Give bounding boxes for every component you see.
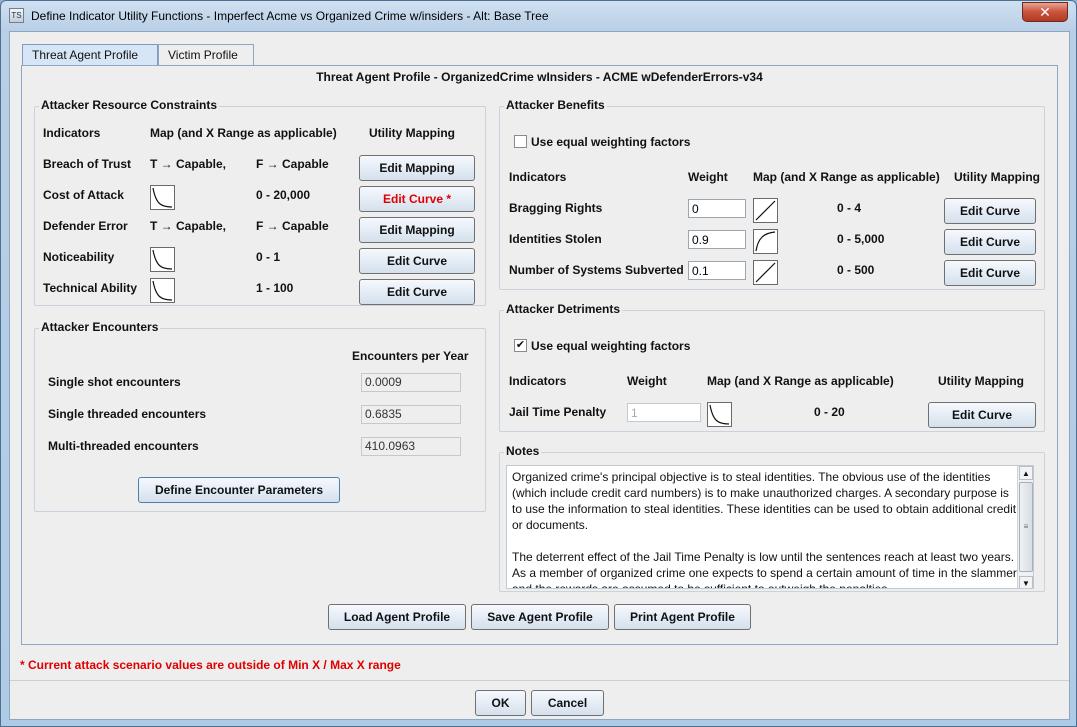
benefits-header-map: Map (and X Range as applicable) — [753, 170, 940, 184]
tab-victim-profile[interactable]: Victim Profile — [158, 44, 254, 65]
scroll-thumb[interactable]: ≡ — [1019, 482, 1033, 572]
detriment-weight-input — [627, 403, 701, 422]
rc-header-indicators: Indicators — [43, 126, 101, 140]
decay-curve-icon — [150, 278, 175, 303]
equal-weighting-label: Use equal weighting factors — [531, 339, 691, 353]
edit-curve-button[interactable]: Edit Curve * — [359, 186, 475, 212]
edit-curve-button[interactable]: Edit Curve — [944, 260, 1036, 286]
detriments-group: Attacker Detriments ✔ Use equal weightin… — [499, 302, 1045, 432]
scroll-down-icon[interactable]: ▼ — [1019, 576, 1033, 588]
benefit-range: 0 - 4 — [837, 201, 862, 215]
benefits-header-weight: Weight — [688, 170, 728, 184]
ok-button[interactable]: OK — [475, 690, 526, 716]
linear-curve-icon — [753, 260, 778, 285]
encounter-value-field: 410.0963 — [361, 437, 461, 456]
save-agent-profile-button[interactable]: Save Agent Profile — [471, 604, 609, 630]
detriment-indicator-label: Jail Time Penalty — [509, 405, 607, 419]
rc-range: 1 - 100 — [256, 281, 294, 295]
rc-map-false: F → Capable — [256, 157, 329, 171]
edit-curve-button[interactable]: Edit Curve — [359, 279, 475, 305]
encounter-label: Single shot encounters — [48, 375, 181, 389]
notes-paragraph: Organized crime's principal objective is… — [512, 470, 1017, 532]
rc-indicator-label: Noticeability — [43, 250, 115, 264]
edit-curve-button[interactable]: Edit Curve — [359, 248, 475, 274]
equal-weighting-checkbox[interactable]: ✔ — [514, 339, 527, 352]
edit-curve-button[interactable]: Edit Curve — [944, 198, 1036, 224]
rc-map-true: T → Capable, — [150, 157, 227, 171]
benefit-indicator-label: Number of Systems Subverted — [509, 263, 684, 277]
notes-group: Notes Organized crime's principal object… — [499, 444, 1045, 592]
encounter-label: Multi-threaded encounters — [48, 439, 199, 453]
encounters-legend: Attacker Encounters — [39, 320, 161, 334]
rc-map-false: F → Capable — [256, 219, 329, 233]
detriments-header-indicators: Indicators — [509, 374, 567, 388]
benefit-weight-input[interactable] — [688, 230, 746, 249]
benefits-header-utility: Utility Mapping — [954, 170, 1040, 184]
benefit-indicator-label: Bragging Rights — [509, 201, 603, 215]
encounter-value-field: 0.0009 — [361, 373, 461, 392]
define-encounter-parameters-button[interactable]: Define Encounter Parameters — [138, 477, 340, 503]
equal-weighting-checkbox[interactable] — [514, 135, 527, 148]
divider — [10, 680, 1069, 681]
app-icon: TS — [9, 8, 24, 23]
resource-constraints-group: Attacker Resource Constraints Indicators… — [34, 98, 486, 306]
concave-curve-icon — [753, 229, 778, 254]
decay-curve-icon — [707, 402, 732, 427]
detriments-header-weight: Weight — [627, 374, 667, 388]
edit-mapping-button[interactable]: Edit Mapping — [359, 155, 475, 181]
notes-legend: Notes — [504, 444, 542, 458]
rc-indicator-label: Cost of Attack — [43, 188, 124, 202]
detriments-header-utility: Utility Mapping — [938, 374, 1024, 388]
edit-mapping-button[interactable]: Edit Mapping — [359, 217, 475, 243]
encounter-value-field: 0.6835 — [361, 405, 461, 424]
print-agent-profile-button[interactable]: Print Agent Profile — [614, 604, 751, 630]
equal-weighting-label: Use equal weighting factors — [531, 135, 691, 149]
load-agent-profile-button[interactable]: Load Agent Profile — [328, 604, 466, 630]
decay-curve-icon — [150, 247, 175, 272]
scroll-up-icon[interactable]: ▲ — [1019, 466, 1033, 480]
title-bar[interactable]: TS Define Indicator Utility Functions - … — [1, 1, 1076, 31]
rc-header-utility: Utility Mapping — [369, 126, 455, 140]
benefits-header-indicators: Indicators — [509, 170, 567, 184]
rc-range: 0 - 20,000 — [256, 188, 311, 202]
notes-content: Organized crime's principal objective is… — [507, 466, 1023, 589]
benefit-range: 0 - 500 — [837, 263, 875, 277]
benefit-weight-input[interactable] — [688, 261, 746, 280]
notes-scrollbar[interactable]: ▲ ≡ ▼ — [1017, 466, 1033, 588]
cancel-button[interactable]: Cancel — [531, 690, 604, 716]
rc-indicator-label: Defender Error — [43, 219, 128, 233]
notes-textarea[interactable]: Organized crime's principal objective is… — [506, 465, 1034, 589]
linear-curve-icon — [753, 198, 778, 223]
encounters-group: Attacker Encounters Encounters per Year … — [34, 320, 486, 512]
rc-header-map: Map (and X Range as applicable) — [150, 126, 337, 140]
range-warning-footnote: * Current attack scenario values are out… — [20, 658, 401, 672]
decay-curve-icon — [150, 185, 175, 210]
edit-curve-button[interactable]: Edit Curve — [928, 402, 1036, 428]
detriments-header-map: Map (and X Range as applicable) — [707, 374, 894, 388]
detriments-legend: Attacker Detriments — [504, 302, 623, 316]
edit-curve-button[interactable]: Edit Curve — [944, 229, 1036, 255]
benefits-group: Attacker Benefits Use equal weighting fa… — [499, 98, 1045, 290]
threat-agent-panel: Threat Agent Profile - OrganizedCrime wI… — [21, 65, 1058, 645]
rc-range: 0 - 1 — [256, 250, 281, 264]
rc-map-true: T → Capable, — [150, 219, 227, 233]
benefit-weight-input[interactable] — [688, 199, 746, 218]
resource-constraints-legend: Attacker Resource Constraints — [39, 98, 220, 112]
encounter-label: Single threaded encounters — [48, 407, 207, 421]
dialog-content: Threat Agent Profile Victim Profile Thre… — [9, 31, 1070, 720]
rc-indicator-label: Breach of Trust — [43, 157, 132, 171]
benefits-legend: Attacker Benefits — [504, 98, 607, 112]
panel-title: Threat Agent Profile - OrganizedCrime wI… — [316, 70, 763, 84]
dialog-window: TS Define Indicator Utility Functions - … — [0, 0, 1077, 727]
encounters-per-year-header: Encounters per Year — [352, 349, 469, 363]
rc-indicator-label: Technical Ability — [43, 281, 138, 295]
notes-paragraph: The deterrent effect of the Jail Time Pe… — [512, 550, 1017, 589]
detriment-range: 0 - 20 — [814, 405, 845, 419]
benefit-range: 0 - 5,000 — [837, 232, 885, 246]
window-title: Define Indicator Utility Functions - Imp… — [31, 9, 549, 23]
benefit-indicator-label: Identities Stolen — [509, 232, 602, 246]
tab-threat-agent-profile[interactable]: Threat Agent Profile — [22, 44, 158, 66]
close-button[interactable]: ✕ — [1022, 2, 1068, 22]
